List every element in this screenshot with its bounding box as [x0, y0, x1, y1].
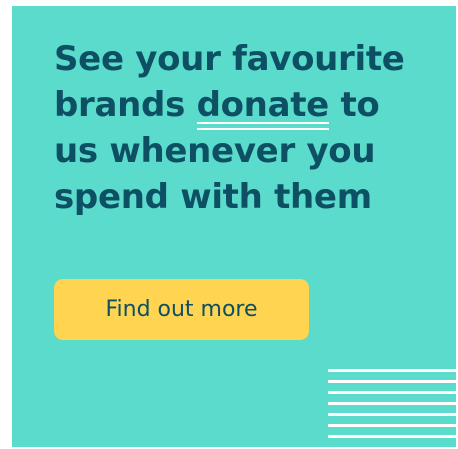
stripe-line: [328, 413, 456, 416]
headline-line-4: spend with them: [54, 177, 372, 217]
stripe-line: [328, 435, 456, 438]
stripe-line: [328, 402, 456, 405]
headline-emphasis-donate: donate: [196, 82, 330, 130]
stripe-line: [328, 391, 456, 394]
decorative-stripes: [328, 369, 456, 447]
headline-line-2-end: to: [328, 85, 380, 125]
stripe-line: [328, 424, 456, 427]
promo-card: See your favourite brands donate to us w…: [12, 6, 456, 447]
headline-line-2-start: brands: [54, 85, 197, 125]
headline: See your favourite brands donate to us w…: [54, 36, 444, 220]
stripe-line: [328, 380, 456, 383]
find-out-more-button[interactable]: Find out more: [54, 279, 309, 340]
headline-line-2: brands donate to: [54, 82, 444, 130]
headline-line-3: us whenever you: [54, 131, 376, 171]
headline-line-1: See your favourite: [54, 39, 405, 79]
stripe-line: [328, 369, 456, 372]
